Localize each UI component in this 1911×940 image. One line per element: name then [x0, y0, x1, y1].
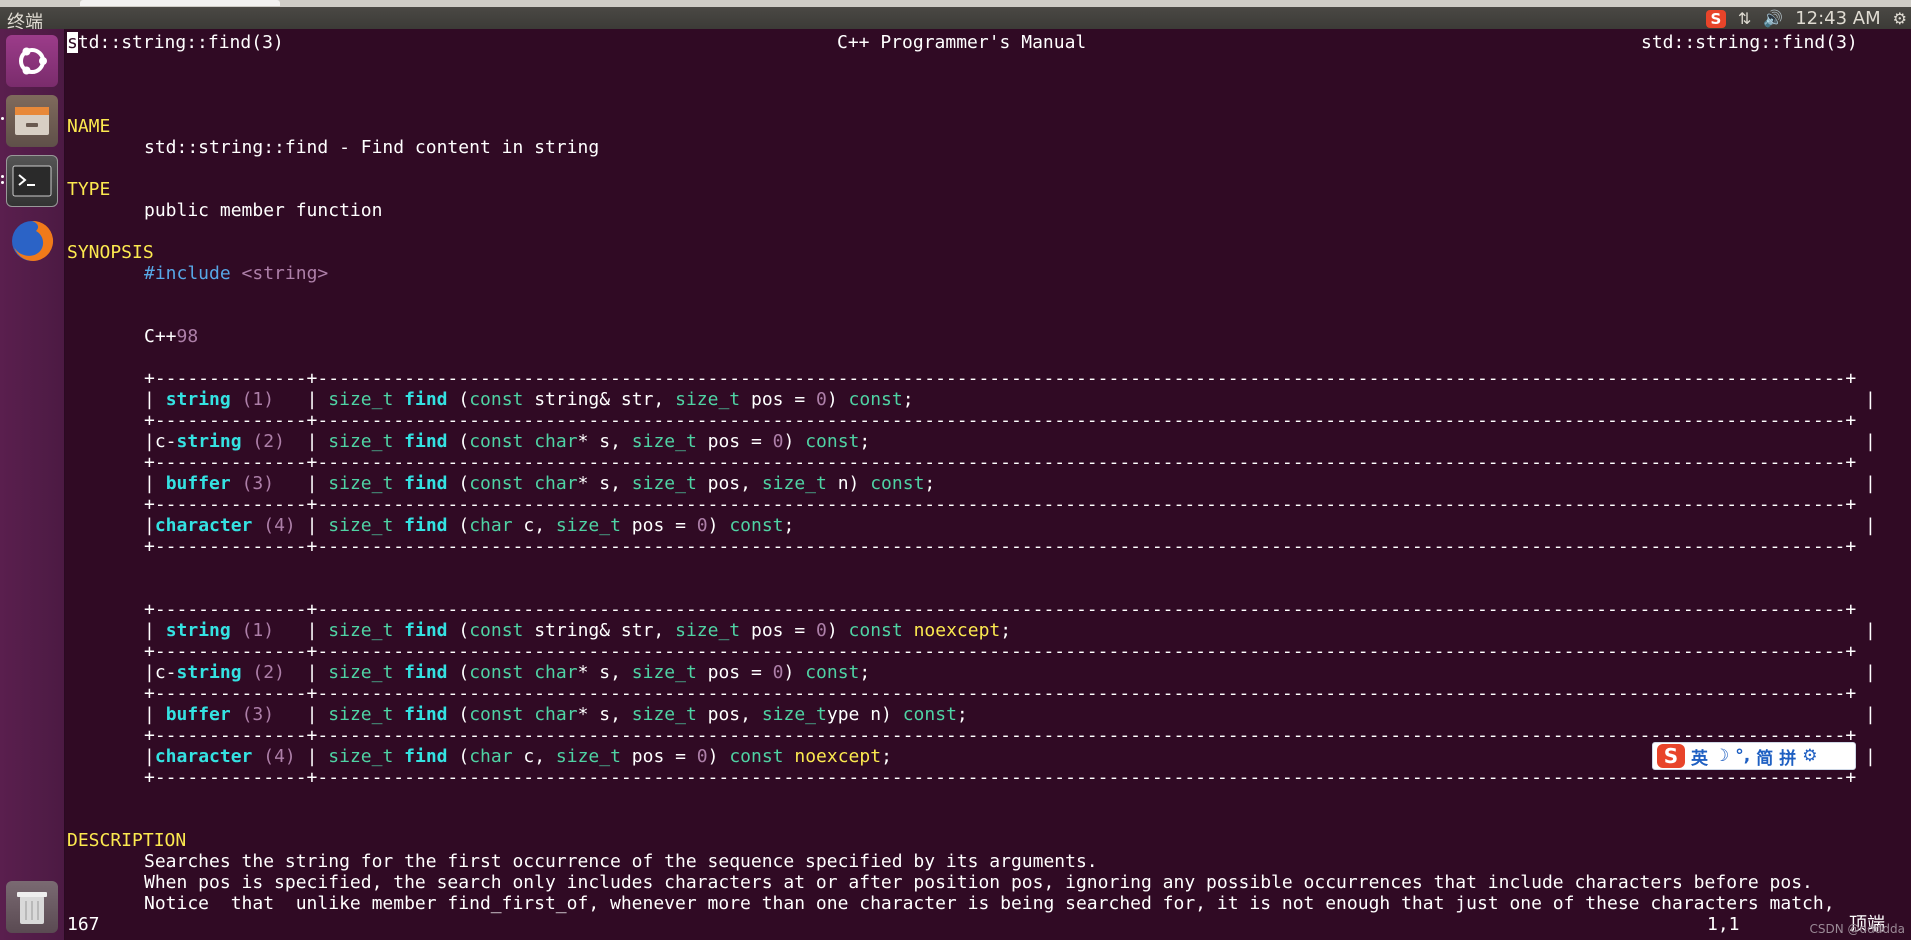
table-border: +--------------+------------------------… — [144, 599, 1857, 620]
ime-language-toggle[interactable]: 英 — [1691, 744, 1708, 769]
overload-name: string — [176, 431, 242, 452]
function-name: find — [404, 431, 448, 452]
table-border: +--------------+------------------------… — [144, 767, 1857, 788]
table-edge: | — [1865, 515, 1876, 536]
system-tray: S ⇅ 🔊 12:43 AM ⚙ — [1705, 8, 1907, 29]
table-row: | buffer (3) | size_t find (const char* … — [144, 473, 936, 494]
standard-label: C++98 — [144, 326, 198, 347]
description-heading: DESCRIPTION — [67, 830, 187, 851]
table-edge: | — [1865, 473, 1876, 494]
overload-number: (3) — [241, 473, 275, 494]
table-row: |c-string (2) | size_t find (const char*… — [144, 431, 871, 452]
table-edge: | — [1865, 746, 1876, 767]
table-row: |c-string (2) | size_t find (const char*… — [144, 662, 871, 683]
table-row: |character (4) | size_t find (char c, si… — [144, 746, 892, 767]
table-border: +--------------+------------------------… — [144, 452, 1857, 473]
volume-icon[interactable]: 🔊 — [1763, 9, 1783, 28]
table-border: +--------------+------------------------… — [144, 494, 1857, 515]
overload-number: (4) — [263, 515, 296, 536]
table-row: |character (4) | size_t find (char c, si… — [144, 515, 795, 536]
table-row: | string (1) | size_t find (const string… — [144, 620, 1012, 641]
files-icon[interactable] — [6, 95, 58, 147]
overload-number: (3) — [241, 704, 275, 725]
overload-number: (1) — [241, 620, 275, 641]
function-name: find — [404, 515, 448, 536]
watermark: CSDN @ddddda — [1809, 922, 1905, 936]
type-heading: TYPE — [67, 179, 111, 200]
sogou-icon[interactable]: S — [1705, 9, 1726, 28]
synopsis-heading: SYNOPSIS — [67, 242, 154, 263]
overload-number: (2) — [252, 662, 285, 683]
include-line: #include <string> — [144, 263, 328, 284]
ime-settings-icon[interactable]: ⚙ — [1802, 746, 1817, 766]
function-name: find — [404, 704, 448, 725]
table-border: +--------------+------------------------… — [144, 641, 1857, 662]
gear-icon[interactable]: ⚙ — [1893, 9, 1907, 28]
overload-number: (1) — [241, 389, 275, 410]
overload-name: character — [154, 515, 253, 536]
overload-name: string — [176, 662, 242, 683]
status-position: 1,1 — [1707, 914, 1740, 935]
type-text: public member function — [144, 200, 383, 221]
overload-name: buffer — [165, 704, 231, 725]
function-name: find — [404, 662, 448, 683]
table-border: +--------------+------------------------… — [144, 536, 1857, 557]
name-text: std::string::find - Find content in stri… — [144, 137, 600, 158]
include-header: <string> — [241, 263, 329, 284]
name-heading: NAME — [67, 116, 111, 137]
overload-name: buffer — [165, 473, 231, 494]
ime-toolbar[interactable]: S 英 ☽ °, 简 拼 ⚙ — [1652, 742, 1856, 770]
table-border: +--------------+------------------------… — [144, 410, 1857, 431]
include-directive: #include — [144, 263, 231, 284]
firefox-icon[interactable] — [6, 215, 58, 267]
man-header-right: std::string::find(3) — [1641, 32, 1858, 53]
terminal-view[interactable]: std::string::find(3) C++ Programmer's Ma… — [67, 29, 1911, 940]
clock[interactable]: 12:43 AM — [1795, 8, 1880, 29]
running-indicator — [1, 175, 4, 178]
table-edge: | — [1865, 389, 1876, 410]
ime-simplified-toggle[interactable]: 简 — [1756, 744, 1773, 769]
function-name: find — [404, 389, 448, 410]
function-name: find — [404, 473, 448, 494]
ubuntu-dash-icon[interactable] — [6, 35, 58, 87]
man-header-left: std::string::find(3) — [67, 32, 284, 53]
sogou-logo-icon[interactable]: S — [1657, 744, 1685, 768]
launcher — [0, 29, 65, 940]
status-line-number: 167 — [67, 914, 100, 935]
window-tab[interactable] — [80, 0, 280, 6]
man-header-left-rest: td::string::find(3) — [77, 32, 284, 53]
top-panel: 终端 S ⇅ 🔊 12:43 AM ⚙ — [0, 0, 1911, 33]
table-edge: | — [1865, 704, 1876, 725]
overload-name: string — [165, 620, 231, 641]
table-edge: | — [1865, 620, 1876, 641]
table-border: +--------------+------------------------… — [144, 683, 1857, 704]
table-row: | string (1) | size_t find (const string… — [144, 389, 914, 410]
function-name: find — [404, 746, 448, 767]
standard-num: 98 — [176, 326, 199, 347]
description-line: Notice that unlike member find_first_of,… — [144, 893, 1835, 914]
punctuation-icon[interactable]: °, — [1735, 746, 1750, 766]
table-border: +--------------+------------------------… — [144, 368, 1857, 389]
terminal-icon[interactable] — [6, 155, 58, 207]
man-header-center: C++ Programmer's Manual — [837, 32, 1087, 53]
running-indicator — [1, 117, 4, 120]
overload-number: (4) — [263, 746, 296, 767]
overload-number: (2) — [252, 431, 285, 452]
table-border: +--------------+------------------------… — [144, 725, 1857, 746]
running-indicator — [1, 181, 4, 184]
table-edge: | — [1865, 431, 1876, 452]
moon-icon[interactable]: ☽ — [1714, 746, 1729, 766]
network-arrows-icon[interactable]: ⇅ — [1738, 9, 1751, 28]
overload-name: character — [154, 746, 253, 767]
overload-name: string — [165, 389, 231, 410]
table-row: | buffer (3) | size_t find (const char* … — [144, 704, 968, 725]
description-line: Searches the string for the first occurr… — [144, 851, 1098, 872]
description-line: When pos is specified, the search only i… — [144, 872, 1813, 893]
table-edge: | — [1865, 662, 1876, 683]
trash-icon[interactable] — [6, 881, 58, 933]
function-name: find — [404, 620, 448, 641]
ime-pinyin-toggle[interactable]: 拼 — [1779, 744, 1796, 769]
standard-prefix: C++ — [144, 326, 177, 347]
text-cursor: s — [67, 32, 78, 53]
